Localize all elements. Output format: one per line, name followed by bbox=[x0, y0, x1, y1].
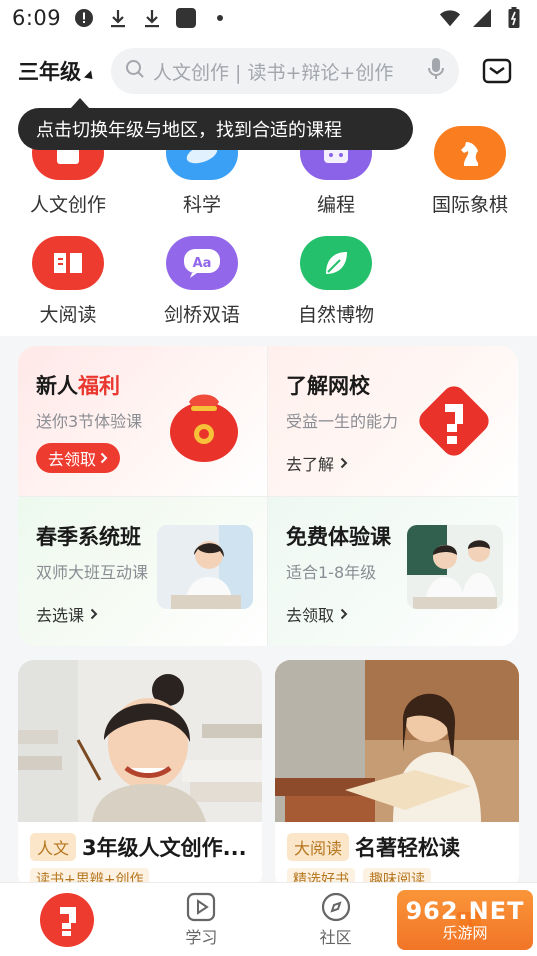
chevron-right-icon bbox=[340, 457, 348, 469]
school-logo-icon bbox=[419, 386, 489, 456]
download-icon bbox=[107, 7, 129, 29]
promo-newcomer-benefit[interactable]: 新人福利 送你3节体验课 去领取 bbox=[18, 346, 267, 496]
watermark-site-name: 乐游网 bbox=[442, 924, 488, 942]
category-label: 大阅读 bbox=[39, 304, 97, 326]
home-logo-icon bbox=[40, 892, 95, 947]
divider bbox=[18, 496, 518, 497]
app-notification-icon bbox=[175, 7, 197, 29]
caret-down-icon bbox=[83, 70, 97, 83]
category-label: 国际象棋 bbox=[431, 194, 508, 216]
student-photo bbox=[157, 525, 253, 609]
course-title: 名著轻松读 bbox=[355, 836, 461, 860]
choose-course-link[interactable]: 去选课 bbox=[36, 602, 98, 626]
course-image bbox=[18, 660, 262, 822]
nav-community[interactable]: 社区 bbox=[281, 892, 391, 948]
claim-link[interactable]: 去领取 bbox=[286, 602, 348, 626]
category-natural-history[interactable]: 自然博物 bbox=[276, 236, 396, 327]
message-button[interactable] bbox=[481, 55, 513, 87]
search-icon bbox=[125, 59, 145, 84]
category-label: 人文创作 bbox=[29, 194, 106, 216]
status-time: 6:09 bbox=[12, 6, 62, 30]
tooltip-arrow bbox=[70, 98, 90, 109]
course-card-humanities[interactable]: 人文 3年级人文创作... 读书+思辨+创作 bbox=[18, 660, 262, 890]
nav-study[interactable]: 学习 bbox=[146, 892, 256, 948]
chess-knight-icon bbox=[434, 126, 506, 180]
nav-home[interactable] bbox=[12, 892, 122, 947]
chevron-right-icon bbox=[100, 452, 108, 464]
category-label: 编程 bbox=[316, 194, 355, 216]
status-bar: 6:09 bbox=[0, 0, 537, 36]
svg-text:Aa: Aa bbox=[193, 256, 212, 271]
site-watermark: 962.NET 乐游网 bbox=[397, 890, 533, 950]
microphone-icon[interactable] bbox=[427, 57, 445, 86]
nav-label: 学习 bbox=[185, 927, 218, 947]
promo-free-trial[interactable]: 免费体验课 适合1-8年级 去领取 bbox=[268, 497, 517, 646]
open-book-icon bbox=[32, 236, 104, 290]
search-placeholder: 人文创作 | 读书+辩论+创作 bbox=[153, 61, 394, 84]
promo-panel: 新人福利 送你3节体验课 去领取 了解网校 受益一生的能力 去了解 春季系统班 … bbox=[18, 346, 518, 646]
wifi-icon bbox=[439, 7, 461, 29]
chevron-right-icon bbox=[340, 608, 348, 620]
mail-icon bbox=[482, 58, 512, 84]
language-icon: Aa bbox=[166, 236, 238, 290]
students-photo bbox=[407, 525, 503, 609]
chevron-right-icon bbox=[90, 608, 98, 620]
category-big-reading[interactable]: 大阅读 bbox=[8, 236, 128, 327]
promo-about-school[interactable]: 了解网校 受益一生的能力 去了解 bbox=[268, 346, 517, 496]
header: 三年级 人文创作 | 读书+辩论+创作 bbox=[0, 36, 537, 106]
course-card-reading[interactable]: 大阅读 名著轻松读 精选好书 趣味阅读 bbox=[275, 660, 519, 890]
signal-icon bbox=[471, 7, 493, 29]
course-title: 3年级人文创作... bbox=[82, 836, 247, 860]
watermark-logo-text: 962.NET bbox=[405, 897, 525, 925]
download-icon bbox=[141, 7, 163, 29]
grade-selector[interactable]: 三年级 bbox=[18, 56, 97, 86]
compass-icon bbox=[321, 892, 350, 921]
tooltip-text: 点击切换年级与地区，找到合适的课程 bbox=[36, 120, 342, 141]
course-tag: 大阅读 bbox=[287, 833, 350, 861]
more-dot-icon bbox=[209, 7, 231, 29]
category-label: 科学 bbox=[182, 194, 221, 216]
category-cambridge-bilingual[interactable]: Aa 剑桥双语 bbox=[142, 236, 262, 327]
category-label: 剑桥双语 bbox=[163, 304, 240, 326]
promo-spring-class[interactable]: 春季系统班 双师大班互动课 去选课 bbox=[18, 497, 267, 646]
course-tag: 人文 bbox=[30, 833, 77, 861]
search-input[interactable]: 人文创作 | 读书+辩论+创作 bbox=[111, 48, 459, 94]
grade-tooltip[interactable]: 点击切换年级与地区，找到合适的课程 bbox=[18, 98, 413, 150]
battery-icon bbox=[503, 7, 525, 29]
grade-label: 三年级 bbox=[18, 60, 81, 84]
nav-label: 社区 bbox=[319, 927, 352, 947]
category-chess[interactable]: 国际象棋 bbox=[410, 126, 530, 217]
alert-icon bbox=[73, 7, 95, 29]
leaf-icon bbox=[300, 236, 372, 290]
category-label: 自然博物 bbox=[297, 304, 374, 326]
red-lucky-bag-icon bbox=[170, 394, 238, 462]
course-image bbox=[275, 660, 519, 822]
learn-more-link[interactable]: 去了解 bbox=[286, 451, 348, 475]
claim-button[interactable]: 去领取 bbox=[36, 443, 121, 473]
play-icon bbox=[187, 892, 216, 921]
